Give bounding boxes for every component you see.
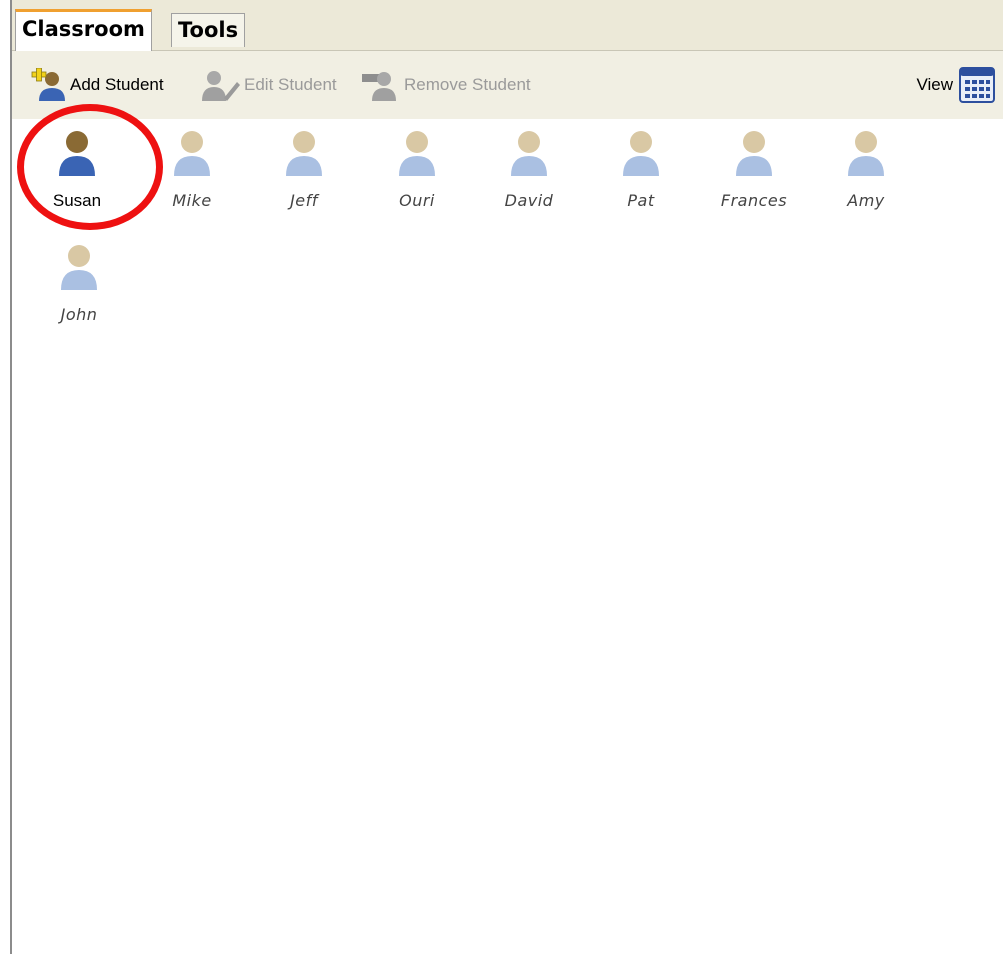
student-mike[interactable]: Mike (137, 129, 247, 210)
remove-student-label: Remove Student (404, 75, 531, 94)
add-student-label: Add Student (70, 75, 164, 94)
student-absent-icon (286, 131, 322, 176)
student-david[interactable]: David (474, 129, 584, 210)
student-john[interactable]: John (24, 243, 134, 324)
student-ouri[interactable]: Ouri (362, 129, 472, 210)
view-label: View (916, 75, 953, 94)
student-absent-icon (399, 131, 435, 176)
view-button[interactable]: View (916, 51, 995, 119)
student-name: Amy (847, 191, 885, 210)
student-amy[interactable]: Amy (811, 129, 921, 210)
student-absent-icon (174, 131, 210, 176)
add-user-icon (31, 68, 65, 101)
student-name: David (504, 191, 554, 210)
student-absent-icon (736, 131, 772, 176)
student-absent-icon (848, 131, 884, 176)
toolbar: Add Student Edit Student Remove Student … (12, 50, 1003, 120)
student-present-icon (59, 131, 95, 176)
student-name: Mike (172, 191, 212, 210)
tab-tools[interactable]: Tools (171, 13, 246, 47)
student-jeff[interactable]: Jeff (249, 129, 359, 210)
student-pat[interactable]: Pat (586, 129, 696, 210)
student-name: Pat (627, 191, 655, 210)
app-frame: Classroom Tools Add Student Edit Student (10, 0, 1003, 954)
student-name: Jeff (290, 191, 318, 210)
edit-student-button[interactable]: Edit Student (200, 51, 337, 119)
student-name: John (60, 305, 98, 324)
tab-classroom[interactable]: Classroom (15, 9, 152, 51)
add-student-button[interactable]: Add Student (30, 51, 164, 119)
student-absent-icon (623, 131, 659, 176)
remove-user-icon (362, 72, 396, 101)
edit-student-label: Edit Student (244, 75, 337, 94)
student-absent-icon (61, 245, 97, 290)
tab-bar: Classroom Tools (12, 0, 1003, 51)
edit-user-icon (202, 71, 240, 101)
student-name: Frances (720, 191, 788, 210)
student-frances[interactable]: Frances (699, 129, 809, 210)
student-absent-icon (511, 131, 547, 176)
student-name: Ouri (399, 191, 435, 210)
calendar-grid-icon (959, 67, 995, 103)
student-name: Susan (52, 191, 102, 210)
student-grid: Susan Mike Jeff Ouri David Pat Frances A… (12, 104, 1003, 954)
remove-student-button[interactable]: Remove Student (360, 51, 531, 119)
student-susan[interactable]: Susan (17, 104, 163, 230)
